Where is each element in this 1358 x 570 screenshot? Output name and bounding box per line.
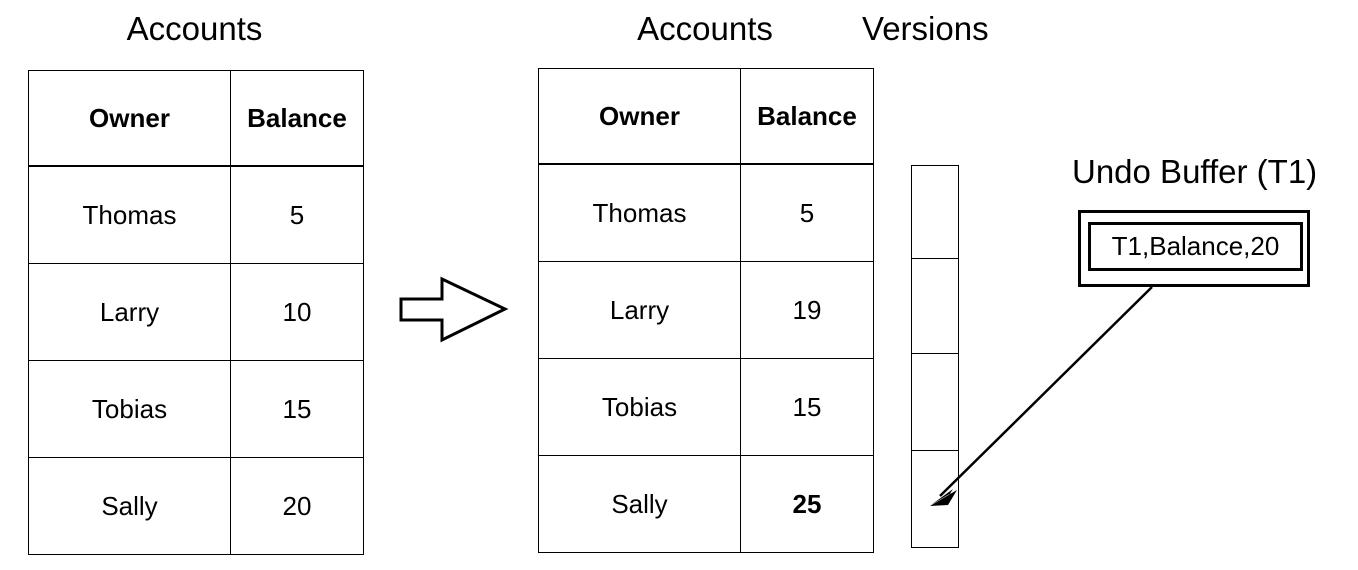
cell-owner: Larry <box>28 263 231 361</box>
cell-owner: Thomas <box>538 163 741 262</box>
diagram-canvas: Accounts Accounts Versions Undo Buffer (… <box>0 0 1358 570</box>
version-slot-target <box>912 451 958 547</box>
cell-owner: Sally <box>28 457 231 555</box>
cell-balance: 19 <box>740 261 874 359</box>
cell-owner: Thomas <box>28 165 231 264</box>
cell-owner: Tobias <box>28 360 231 458</box>
version-slot <box>912 259 958 354</box>
cell-balance: 10 <box>230 263 364 361</box>
table-header-row: Owner Balance <box>538 68 874 165</box>
table-row: Thomas 5 <box>28 165 364 264</box>
title-accounts-before: Accounts <box>126 10 263 47</box>
undo-buffer-entry: T1,Balance,20 <box>1088 222 1303 271</box>
transform-block-arrow <box>399 276 509 343</box>
version-slot <box>912 354 958 451</box>
accounts-table-after: Owner Balance Thomas 5 Larry 19 Tobias 1… <box>538 68 874 553</box>
undo-buffer-box: T1,Balance,20 <box>1078 210 1310 287</box>
versions-column <box>911 165 959 548</box>
title-undo-buffer: Undo Buffer (T1) <box>1072 153 1318 190</box>
table-row: Larry 10 <box>28 263 364 361</box>
cell-balance: 20 <box>230 457 364 555</box>
table-row: Tobias 15 <box>538 358 874 456</box>
table-header-row: Owner Balance <box>28 70 364 167</box>
undo-buffer-pointer-arrow <box>930 286 1153 506</box>
title-versions: Versions <box>862 10 989 47</box>
cell-owner: Larry <box>538 261 741 359</box>
cell-owner: Tobias <box>538 358 741 456</box>
header-cell-owner: Owner <box>28 70 231 167</box>
title-accounts-after: Accounts <box>637 10 773 47</box>
table-row: Sally 20 <box>28 457 364 555</box>
cell-balance: 15 <box>740 358 874 456</box>
cell-balance: 15 <box>230 360 364 458</box>
cell-owner: Sally <box>538 455 741 553</box>
cell-balance: 5 <box>230 165 364 264</box>
header-cell-balance: Balance <box>740 68 874 165</box>
header-cell-balance: Balance <box>230 70 364 167</box>
accounts-table-before: Owner Balance Thomas 5 Larry 10 Tobias 1… <box>28 70 364 555</box>
table-row: Tobias 15 <box>28 360 364 458</box>
table-row: Larry 19 <box>538 261 874 359</box>
table-row: Thomas 5 <box>538 163 874 262</box>
version-slot <box>912 166 958 259</box>
header-cell-owner: Owner <box>538 68 741 165</box>
table-row: Sally 25 <box>538 455 874 553</box>
cell-balance-updated: 25 <box>740 455 874 553</box>
cell-balance: 5 <box>740 163 874 262</box>
